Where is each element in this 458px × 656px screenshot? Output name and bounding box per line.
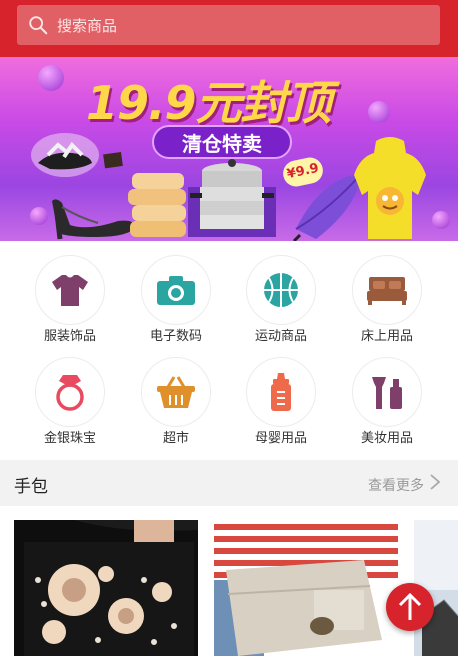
category-label: 金银珠宝: [43, 431, 96, 446]
category-icon-circle: [141, 357, 211, 427]
category-label: 超市: [162, 431, 189, 446]
category-icon-circle: [246, 357, 316, 427]
towel-stack-image: [128, 173, 186, 237]
category-sports[interactable]: 运动商品: [229, 241, 333, 345]
promo-banner[interactable]: 19.9元封顶 清仓特卖 ¥9.9: [0, 57, 458, 241]
banner-headline: 19.9元封顶: [86, 76, 331, 130]
baby-bottle-icon: [271, 373, 291, 411]
category-label: 床上用品: [360, 329, 413, 344]
category-label: 电子数码: [149, 329, 202, 344]
category-supermarket[interactable]: 超市: [124, 343, 228, 447]
basketball-icon: [264, 273, 298, 307]
category-icon-circle: [35, 255, 105, 325]
view-more-link[interactable]: 查看更多: [368, 475, 424, 495]
product-card[interactable]: [214, 520, 398, 656]
top-header: 搜索商品: [0, 0, 458, 57]
basket-icon: [157, 376, 195, 408]
camera-icon: [157, 276, 195, 305]
category-icon-circle: [35, 357, 105, 427]
category-mother-baby[interactable]: 母婴用品: [229, 343, 333, 447]
category-grid: 服装饰品 电子数码 运动商品 床上用品 金银珠宝 超市 母婴用品 美妆用品: [0, 241, 458, 456]
product-image-grey-clutch: [214, 520, 398, 656]
decor-ball: [368, 101, 390, 123]
decor-ball: [30, 207, 48, 225]
tshirt-icon: [52, 275, 88, 306]
section-title: 手包: [14, 477, 48, 497]
small-box-image: [103, 151, 123, 169]
category-label: 美妆用品: [360, 431, 413, 446]
section-header: 手包 查看更多: [0, 460, 458, 506]
category-cosmetics[interactable]: 美妆用品: [335, 343, 439, 447]
category-clothing[interactable]: 服装饰品: [18, 241, 122, 345]
category-icon-circle: [352, 255, 422, 325]
chevron-right-icon[interactable]: [428, 473, 442, 491]
decor-ball: [432, 211, 450, 229]
category-label: 运动商品: [254, 329, 307, 344]
category-bedding[interactable]: 床上用品: [335, 241, 439, 345]
kids-raincoat-image: [354, 137, 426, 239]
steamer-pot-image: [188, 159, 276, 237]
search-placeholder: 搜索商品: [57, 16, 118, 35]
category-electronics[interactable]: 电子数码: [124, 241, 228, 345]
arrow-up-icon: [398, 592, 422, 620]
bed-icon: [367, 277, 407, 305]
banner-subtitle: 清仓特卖: [152, 125, 292, 159]
heel-shoe-image: [52, 199, 136, 240]
category-icon-circle: [352, 357, 422, 427]
product-image-embroidered-clutch: [14, 520, 198, 656]
search-bar[interactable]: 搜索商品: [17, 5, 440, 45]
category-label: 服装饰品: [43, 329, 96, 344]
category-label: 母婴用品: [254, 431, 307, 446]
cosmetics-icon: [372, 377, 402, 409]
product-card[interactable]: [14, 520, 198, 656]
ring-icon: [56, 375, 84, 411]
category-icon-circle: [141, 255, 211, 325]
back-to-top-button[interactable]: [386, 583, 434, 631]
decor-ball: [38, 65, 64, 91]
category-jewelry[interactable]: 金银珠宝: [18, 343, 122, 447]
sandal-image: [31, 133, 99, 177]
category-icon-circle: [246, 255, 316, 325]
search-icon: [29, 16, 48, 35]
